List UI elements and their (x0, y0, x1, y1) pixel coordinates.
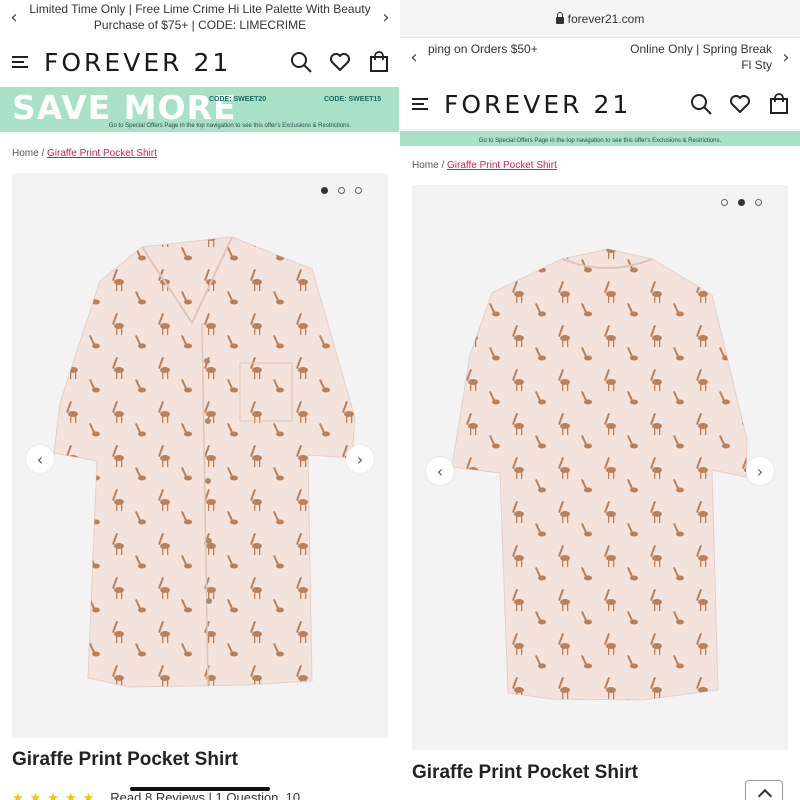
carousel-prev-button[interactable]: ‹ (26, 445, 54, 473)
product-image (451, 248, 748, 701)
promo-text-right: Online Only | Spring Break Fl Sty (630, 42, 772, 72)
reviews-link[interactable]: Read 8 Reviews | 1 Question, 10 (110, 790, 300, 800)
left-screenshot: ‹ Limited Time Only | Free Lime Crime Hi… (0, 0, 400, 800)
home-indicator (130, 787, 270, 791)
breadcrumb: Home / Giraffe Print Pocket Shirt (412, 160, 557, 171)
brand-logo[interactable]: FOREVER 21 (444, 90, 631, 119)
menu-icon[interactable] (412, 98, 428, 110)
star-icon: ★★★★★ (12, 791, 101, 800)
carousel-dot[interactable] (721, 199, 728, 206)
banner-note: Go to Special Offers Page in the top nav… (108, 123, 352, 129)
promo-text: Limited Time Only | Free Lime Crime Hi L… (29, 2, 371, 32)
banner-note: Go to Special Offers Page in the top nav… (478, 138, 722, 144)
menu-icon[interactable] (12, 56, 28, 68)
save-more-banner[interactable]: Go to Special Offers Page in the top nav… (400, 131, 800, 146)
carousel-dot[interactable] (738, 199, 745, 206)
promo-bar: ‹ ping on Orders $50+ Online Only | Spri… (400, 40, 800, 74)
chevron-right-icon[interactable]: › (772, 47, 800, 68)
bag-icon[interactable] (368, 51, 390, 73)
browser-url-bar[interactable]: forever21.com (400, 0, 800, 38)
breadcrumb: Home / Giraffe Print Pocket Shirt (12, 148, 157, 159)
bag-icon[interactable] (768, 93, 790, 115)
breadcrumb-separator: / (441, 160, 445, 171)
lock-icon (555, 12, 564, 24)
banner-headline: SAVE MORE (12, 88, 237, 127)
site-header: FOREVER 21 (0, 36, 400, 88)
breadcrumb-separator: / (41, 148, 45, 159)
carousel-dots (321, 187, 362, 194)
chevron-left-icon[interactable]: ‹ (400, 47, 428, 68)
carousel-dot[interactable] (755, 199, 762, 206)
right-screenshot: forever21.com ‹ ping on Orders $50+ Onli… (400, 0, 800, 800)
carousel-next-button[interactable]: › (346, 445, 374, 473)
promo-text-left: ping on Orders $50+ (428, 42, 538, 56)
product-title: Giraffe Print Pocket Shirt (12, 749, 238, 770)
promo-bar: ‹ Limited Time Only | Free Lime Crime Hi… (0, 0, 400, 34)
carousel-dots (721, 199, 762, 206)
product-image-carousel[interactable]: ‹ › (412, 185, 788, 750)
url-text: forever21.com (567, 12, 645, 26)
breadcrumb-current[interactable]: Giraffe Print Pocket Shirt (447, 160, 557, 171)
reviews-summary: ★★★★★ Read 8 Reviews | 1 Question, 10 (12, 790, 300, 800)
scroll-to-top-button[interactable] (745, 780, 783, 800)
chevron-right-icon[interactable]: › (372, 7, 400, 28)
promo-text: ping on Orders $50+ Online Only | Spring… (428, 41, 772, 73)
save-more-banner[interactable]: SAVE MORE CODE: SWEET20 CODE: SWEET15 Go… (0, 87, 400, 132)
search-icon[interactable] (290, 51, 312, 73)
chevron-left-icon[interactable]: ‹ (0, 7, 28, 28)
product-image-carousel[interactable]: ‹ › (12, 173, 388, 738)
product-image (53, 236, 356, 688)
carousel-next-button[interactable]: › (746, 457, 774, 485)
product-title: Giraffe Print Pocket Shirt (412, 762, 638, 783)
heart-icon[interactable] (729, 93, 751, 115)
heart-icon[interactable] (329, 51, 351, 73)
breadcrumb-current[interactable]: Giraffe Print Pocket Shirt (47, 148, 157, 159)
brand-logo[interactable]: FOREVER 21 (44, 48, 231, 77)
search-icon[interactable] (690, 93, 712, 115)
breadcrumb-home[interactable]: Home (12, 148, 39, 159)
banner-code-1: CODE: SWEET20 (209, 96, 267, 103)
url-display[interactable]: forever21.com (400, 12, 800, 26)
carousel-dot[interactable] (355, 187, 362, 194)
carousel-prev-button[interactable]: ‹ (426, 457, 454, 485)
breadcrumb-home[interactable]: Home (412, 160, 439, 171)
banner-code-2: CODE: SWEET15 (324, 96, 382, 103)
carousel-dot[interactable] (321, 187, 328, 194)
site-header: FOREVER 21 (400, 78, 800, 130)
carousel-dot[interactable] (338, 187, 345, 194)
